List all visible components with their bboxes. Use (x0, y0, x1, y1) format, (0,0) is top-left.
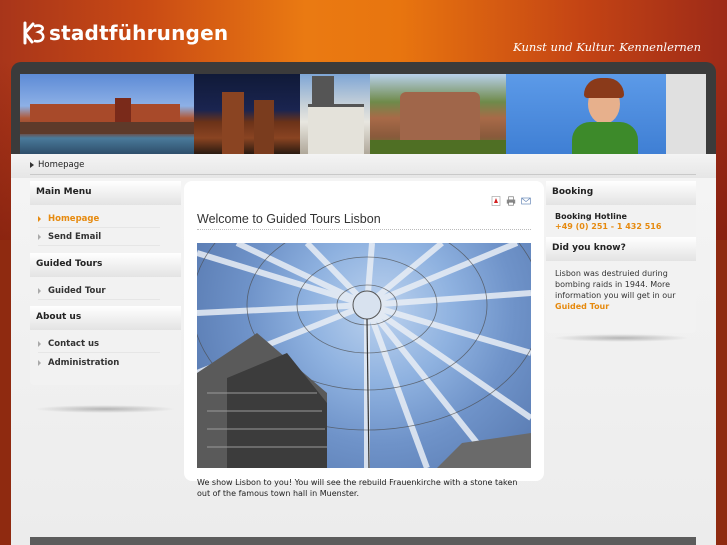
did-you-know-text: Lisbon was destruied during bombing raid… (555, 268, 689, 312)
breadcrumb: Homepage (30, 160, 84, 170)
logo-text: stadtführungen (49, 21, 229, 45)
breadcrumb-arrow-icon (30, 162, 34, 168)
site-tagline: Kunst und Kultur. Kennenlernen (513, 40, 701, 54)
logo-mark-icon (23, 21, 45, 45)
intro-paragraph: We show Lisbon to you! You will see the … (197, 478, 518, 498)
breadcrumb-home-link[interactable]: Homepage (38, 160, 84, 170)
menu-item-guided-tour[interactable]: Guided Tour (38, 283, 160, 300)
menu-arrow-icon (38, 216, 41, 222)
main-menu-heading: Main Menu (30, 181, 181, 205)
menu-item-send-email[interactable]: Send Email (38, 229, 160, 246)
email-icon[interactable] (521, 196, 531, 206)
banner-church-image (194, 74, 300, 154)
menu-item-label: Contact us (48, 339, 100, 349)
header-banner (20, 74, 706, 154)
footer-bar (30, 537, 696, 545)
about-us-heading: About us (30, 306, 181, 330)
menu-item-contact-us[interactable]: Contact us (38, 336, 160, 353)
menu-item-homepage[interactable]: Homepage (38, 211, 160, 228)
guided-tours-heading: Guided Tours (30, 253, 181, 277)
menu-arrow-icon (38, 341, 41, 347)
menu-item-label: Guided Tour (48, 286, 106, 296)
menu-item-label: Homepage (48, 214, 100, 224)
banner-harbour-image (20, 74, 194, 154)
guided-tour-link[interactable]: Guided Tour (555, 302, 609, 311)
title-divider (197, 229, 531, 230)
booking-hotline-label: Booking Hotline (555, 212, 627, 221)
banner-building-image (300, 74, 370, 154)
menu-item-label: Send Email (48, 232, 102, 242)
left-sidebar-shadow (34, 405, 176, 413)
print-icon[interactable] (506, 196, 516, 206)
did-you-know-body: Lisbon was destruied during bombing raid… (555, 269, 676, 300)
banner-ruin-image (370, 74, 506, 154)
menu-item-administration[interactable]: Administration (38, 354, 160, 371)
sony-center-roof-image (197, 243, 531, 468)
menu-arrow-icon (38, 359, 41, 366)
booking-heading: Booking (546, 181, 696, 205)
site-logo[interactable]: stadtführungen (22, 18, 228, 48)
menu-arrow-icon (38, 234, 41, 240)
booking-hotline-number[interactable]: +49 (0) 251 - 1 432 516 (555, 222, 661, 231)
right-sidebar-shadow (552, 334, 690, 342)
menu-arrow-icon (38, 288, 41, 294)
menu-item-label: Administration (48, 357, 120, 368)
left-sidebar: Main Menu Homepage Send Email Guided Tou… (30, 181, 181, 385)
roof-structure-graphic (197, 243, 531, 468)
did-you-know-heading: Did you know? (546, 237, 696, 261)
pdf-icon[interactable] (491, 196, 501, 206)
banner-guide-image (506, 74, 706, 154)
page-title: Welcome to Guided Tours Lisbon (197, 212, 381, 226)
breadcrumb-divider (30, 174, 696, 175)
